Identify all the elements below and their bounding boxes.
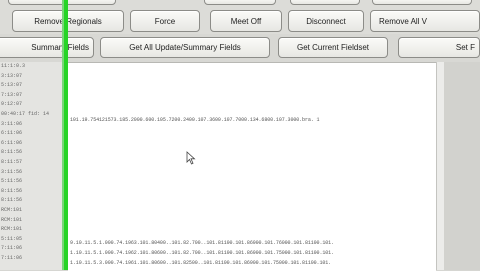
log-timestamp: 6:11:06 [1,130,23,137]
get-all-update-summary-fields-label: Get All Update/Summary Fields [129,43,241,52]
log-timestamp: 8:11:56 [1,197,23,204]
log-timestamp: 5:11:05 [1,235,23,242]
summary-fields-label: Summary Fields [31,43,89,52]
log-timestamp: 8:11:56 [1,149,23,156]
remove-regionals-label: Remove Regionals [34,16,102,26]
log-timestamp: 00:40:17 fid: 14 [1,110,50,117]
log-timestamp: RCM:101 [1,226,23,233]
remove-all-label: Remove All V [379,16,428,26]
top-toolbar: Remove Regionals Force Meet Off Disconne… [0,0,480,34]
set-fields-button[interactable]: Set F [398,37,480,58]
log-timestamp: 8:11:56 [1,187,23,194]
get-all-update-summary-fields-button[interactable]: Get All Update/Summary Fields [100,37,270,58]
log-timestamp: 3:11:06 [1,120,23,127]
timestamp-log-panel: 11:1:0.3 3:13:07 5:13:07 7:13:07 9:12:07… [0,62,64,270]
log-timestamp: RCM:101 [1,206,23,213]
disconnect-label: Disconnect [306,16,346,26]
clipped-top-button-2[interactable] [204,0,276,5]
get-current-fieldset-label: Get Current Fieldset [296,43,370,52]
mouse-pointer-icon [186,151,196,165]
summary-fields-button[interactable]: Summary Fields [0,37,94,58]
log-timestamp: RCM:101 [1,216,23,223]
remove-regionals-button[interactable]: Remove Regionals [12,10,124,32]
log-timestamp: 11:1:0.3 [1,63,26,69]
right-margin [444,62,480,270]
log-timestamp: 3:13:07 [1,72,23,79]
log-timestamp: 8:11:57 [1,158,23,165]
log-timestamp: 5:11:56 [1,178,23,185]
clipped-top-button-4[interactable] [372,0,472,5]
meet-off-label: Meet Off [230,16,262,26]
log-timestamp: 3:11:56 [1,168,23,175]
clipped-top-button-3[interactable] [290,0,360,5]
force-label: Force [154,16,176,26]
log-timestamp: 6:11:06 [1,139,23,146]
log-timestamp: 5:13:07 [1,82,23,89]
message-line: 101.19.754121573.185.2000.600.105.7200.2… [70,117,320,123]
message-line: 1.10.11.5.3.000.74.1961.101.80600..101.8… [70,260,332,266]
log-timestamp: 7:13:07 [1,91,23,98]
meet-off-button[interactable]: Meet Off [210,10,282,32]
message-line: 9.10.11.5.1.000.74.1963.101.80400..101.8… [70,240,334,246]
get-current-fieldset-button[interactable]: Get Current Fieldset [278,37,388,58]
force-button[interactable]: Force [130,10,200,32]
set-fields-label: Set F [455,43,475,52]
message-line: 1.10.11.5.1.000.74.1962.101.80600..101.8… [70,250,334,256]
remove-all-button[interactable]: Remove All V [370,10,480,32]
message-output-area[interactable]: 101.19.754121573.185.2000.600.105.7200.2… [68,62,436,271]
log-timestamp: 9:12:07 [1,101,23,108]
log-timestamp: 7:11:06 [1,245,23,252]
second-toolbar: Summary Fields Get All Update/Summary Fi… [0,34,480,62]
log-timestamp: 7:11:06 [1,254,23,261]
disconnect-button[interactable]: Disconnect [288,10,364,32]
